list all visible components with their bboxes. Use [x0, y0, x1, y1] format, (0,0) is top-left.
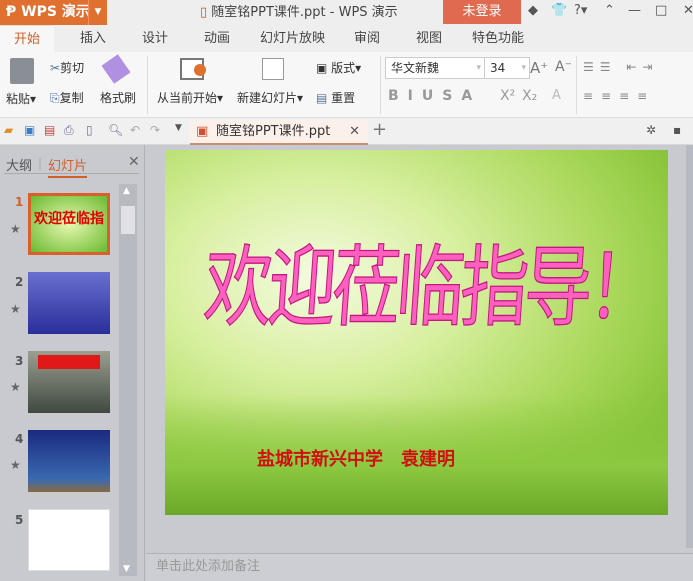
paste-icon[interactable]: [10, 58, 34, 84]
animation-star-icon: ★: [10, 302, 21, 316]
customize-dropdown-icon[interactable]: ▼: [175, 123, 182, 133]
text-format-icons[interactable]: BIUSA: [388, 88, 481, 104]
slide-thumbnail-3[interactable]: [28, 351, 110, 413]
skin-icon[interactable]: ◆: [528, 3, 538, 18]
align-icons[interactable]: ≡≡≡≡: [583, 89, 655, 103]
tab-features[interactable]: 特色功能: [472, 25, 524, 52]
redo-icon[interactable]: ↷: [150, 123, 160, 137]
export-pdf-icon[interactable]: ▤: [44, 123, 55, 137]
clear-format-icon[interactable]: A: [552, 88, 561, 103]
tab-home[interactable]: 开始: [0, 25, 55, 52]
reset-icon: ▤: [316, 91, 332, 105]
ribbon-tabs: 开始 插入 设计 动画 幻灯片放映 审阅 视图 特色功能: [0, 25, 693, 52]
ppt-file-icon: ▯: [200, 5, 212, 20]
from-current-button[interactable]: 从当前开始▾: [157, 89, 223, 106]
decrease-font-icon[interactable]: A⁻: [555, 59, 572, 75]
window-title: ▯ 随室铭PPT课件.ppt - WPS 演示: [200, 5, 398, 20]
pin-icon[interactable]: ✲: [646, 123, 656, 137]
new-tab-icon[interactable]: +: [372, 119, 387, 140]
close-panel-icon[interactable]: ✕: [128, 154, 140, 170]
ppt-file-icon: ▣: [196, 124, 209, 139]
layout-button[interactable]: ▣ 版式▾: [316, 59, 361, 76]
collapse-ribbon-icon[interactable]: ⌃: [604, 3, 615, 18]
maximize-button[interactable]: □: [655, 3, 667, 18]
slide-number: 3: [15, 354, 24, 368]
superscript-icon[interactable]: X²: [500, 88, 515, 104]
close-button[interactable]: ✕: [683, 3, 693, 18]
slide-canvas[interactable]: 欢迎莅临指导！ 盐城市新兴中学 袁建明: [165, 150, 668, 515]
reset-button[interactable]: ▤ 重置: [316, 89, 355, 106]
app-menu-dropdown[interactable]: ▼: [88, 0, 107, 25]
cut-button[interactable]: ✂剪切: [50, 59, 84, 76]
slide-subtitle[interactable]: 盐城市新兴中学 袁建明: [257, 448, 497, 472]
slide-number: 2: [15, 275, 24, 289]
font-size-select[interactable]: 34 ▾: [485, 57, 530, 79]
print-icon[interactable]: ⎙: [64, 123, 74, 138]
slide-title[interactable]: 欢迎莅临指导！: [200, 215, 656, 344]
print-preview-icon[interactable]: ▯: [86, 123, 93, 137]
tab-outline[interactable]: 大纲: [6, 155, 32, 174]
scroll-up-icon[interactable]: ▲: [123, 186, 130, 196]
subscript-icon[interactable]: X₂: [522, 88, 537, 104]
scissors-icon: ✂: [50, 61, 61, 75]
new-slide-icon[interactable]: [262, 58, 284, 80]
tab-slides[interactable]: 幻灯片: [48, 155, 88, 178]
font-family-select[interactable]: 华文新魏 ▾: [385, 57, 485, 79]
scroll-down-icon[interactable]: ▼: [123, 564, 130, 574]
undo-icon[interactable]: ↶: [130, 123, 140, 137]
minimize-button[interactable]: —: [628, 3, 641, 18]
document-tab[interactable]: ▣ 随室铭PPT课件.ppt ✕: [190, 120, 368, 145]
animation-star-icon: ★: [10, 222, 21, 236]
tab-review[interactable]: 审阅: [354, 25, 380, 52]
format-painter-icon[interactable]: [101, 54, 131, 84]
slide-number: 5: [15, 513, 24, 527]
list-icons[interactable]: ☰☰ ⇤⇥: [583, 60, 658, 74]
new-slide-button[interactable]: 新建幻灯片▾: [237, 89, 303, 106]
notes-input[interactable]: 单击此处添加备注: [146, 553, 693, 581]
slide-thumbnail-1[interactable]: 欢迎莅临指导！: [28, 193, 110, 255]
tab-animation[interactable]: 动画: [204, 25, 230, 52]
slide-number: 4: [15, 432, 24, 446]
animation-star-icon: ★: [10, 380, 21, 394]
slides-scrollbar[interactable]: ▲ ▼: [119, 184, 137, 576]
slide-thumbnail-4[interactable]: [28, 430, 110, 492]
animation-star-icon: ★: [10, 458, 21, 472]
copy-button[interactable]: ⎘复制: [50, 89, 84, 106]
copy-icon: ⎘: [50, 91, 60, 105]
open-icon[interactable]: ▰: [4, 123, 13, 137]
shirt-icon[interactable]: 👕: [551, 3, 567, 18]
scroll-thumb[interactable]: [121, 206, 135, 234]
save-icon[interactable]: ▣: [24, 123, 35, 137]
slide-thumbnail-2[interactable]: [28, 272, 110, 334]
tab-view[interactable]: 视图: [416, 25, 442, 52]
paste-button[interactable]: 粘贴▾: [6, 90, 36, 107]
tab-slideshow[interactable]: 幻灯片放映: [260, 25, 325, 52]
login-button[interactable]: 未登录: [443, 0, 521, 24]
slideshow-icon[interactable]: [180, 58, 206, 80]
format-painter-button[interactable]: 格式刷: [100, 89, 136, 106]
increase-font-icon[interactable]: A⁺: [530, 59, 548, 77]
find-icon[interactable]: 🔍︎: [108, 123, 123, 137]
tab-design[interactable]: 设计: [142, 25, 168, 52]
ribbon: 粘贴▾ ✂剪切 ⎘复制 格式刷 从当前开始▾ 新建幻灯片▾ ▣ 版式▾ ▤ 重置…: [0, 52, 693, 118]
slide-thumbnail-5[interactable]: [28, 509, 110, 571]
wps-logo-icon: Ᵽ: [6, 4, 22, 20]
layout-icon: ▣: [316, 61, 332, 75]
tab-insert[interactable]: 插入: [80, 25, 106, 52]
slide-number: 1: [15, 195, 24, 209]
help-icon[interactable]: ?▾: [574, 3, 587, 18]
close-tab-icon[interactable]: ✕: [349, 120, 360, 143]
editor-scrollbar[interactable]: [686, 145, 693, 548]
clock-icon[interactable]: ▪: [673, 123, 681, 137]
